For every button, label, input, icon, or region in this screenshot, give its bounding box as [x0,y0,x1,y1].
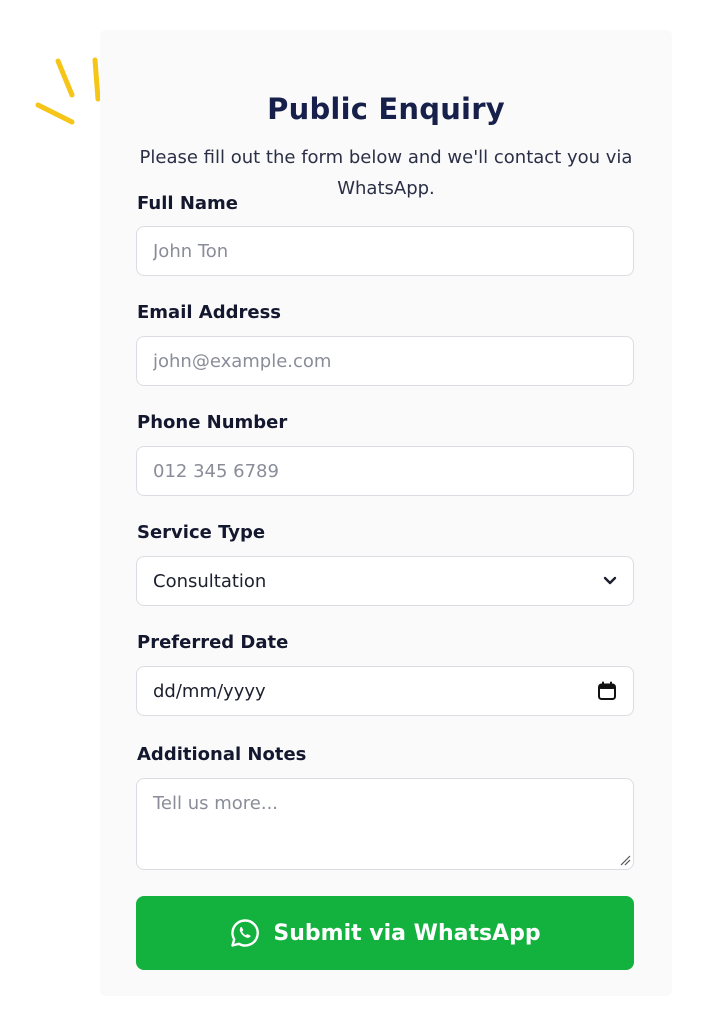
additional-notes-label: Additional Notes [137,744,307,765]
form-title: Public Enquiry [267,92,505,126]
calendar-icon[interactable] [597,681,617,701]
phone-input[interactable] [136,446,634,496]
phone-label: Phone Number [137,412,288,433]
email-label: Email Address [137,302,282,323]
additional-notes-textarea[interactable] [136,778,634,870]
preferred-date-value: dd/mm/yyyy [153,680,266,702]
page: Public Enquiry Please fill out the form … [0,0,720,1024]
sparkle-lines-icon [35,57,101,125]
full-name-label: Full Name [137,193,238,214]
email-input[interactable] [136,336,634,386]
chevron-down-icon [603,576,617,586]
preferred-date-label: Preferred Date [137,632,289,653]
submit-button-label: Submit via WhatsApp [273,920,541,946]
full-name-input[interactable] [136,226,634,276]
enquiry-form-card: Public Enquiry Please fill out the form … [100,30,672,996]
submit-whatsapp-button[interactable]: Submit via WhatsApp [136,896,634,970]
service-type-select[interactable]: Consultation [136,556,634,606]
whatsapp-icon [229,917,261,949]
service-type-value: Consultation [153,570,267,592]
preferred-date-input[interactable]: dd/mm/yyyy [136,666,634,716]
service-type-label: Service Type [137,522,266,543]
notes-wrapper [100,778,672,870]
resize-handle-icon[interactable] [619,854,631,866]
